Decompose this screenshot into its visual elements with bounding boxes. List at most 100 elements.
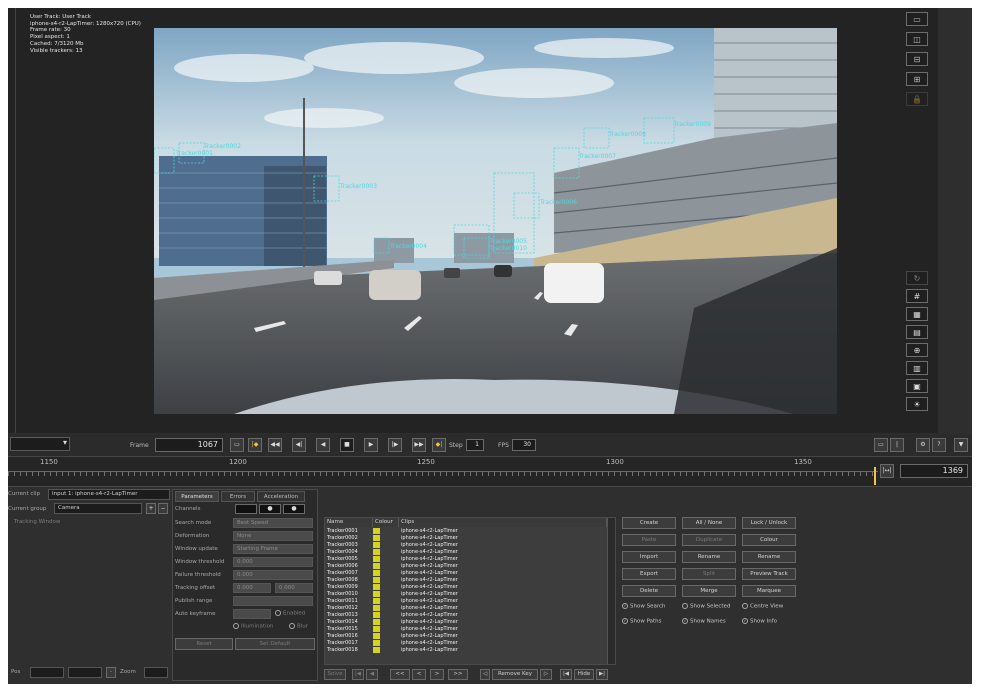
window-threshold-input[interactable]: 0.000 xyxy=(233,557,313,567)
tracker-row[interactable]: Tracker0005 iphone-s4-r2-LapTimer xyxy=(325,556,609,562)
publish-range-input[interactable] xyxy=(233,596,313,606)
frame-grid-icon[interactable]: ▣ xyxy=(906,379,928,393)
lock-icon[interactable]: 🔒 xyxy=(906,92,928,106)
show-search-checkbox[interactable]: ✓ Show Search xyxy=(622,603,665,610)
tracking-offset-x[interactable]: 0.000 xyxy=(233,583,271,593)
colour-button[interactable]: Colour xyxy=(742,534,796,546)
tracker-row[interactable]: Tracker0006 iphone-s4-r2-LapTimer xyxy=(325,563,609,569)
delete-button[interactable]: Delete xyxy=(622,585,676,597)
tracker-colour-swatch[interactable] xyxy=(373,626,380,632)
tracker-colour-swatch[interactable] xyxy=(373,633,380,639)
tracker-colour-swatch[interactable] xyxy=(373,598,380,604)
tracker-row[interactable]: Tracker0018 iphone-s4-r2-LapTimer xyxy=(325,647,609,653)
show-names-checkbox[interactable]: ✓ Show Names xyxy=(682,618,726,625)
zoom-input[interactable] xyxy=(144,667,168,678)
enabled-checkbox[interactable]: Enabled xyxy=(275,610,305,617)
tab-errors[interactable]: Errors xyxy=(221,491,255,502)
help-icon[interactable]: ? xyxy=(932,438,946,452)
stop-icon[interactable]: ■ xyxy=(340,438,354,452)
tracker-row[interactable]: Tracker0011 iphone-s4-r2-LapTimer xyxy=(325,598,609,604)
tracker-colour-swatch[interactable] xyxy=(373,640,380,646)
timeline[interactable]: 1150 1200 1250 1300 1350 |↔| 1369 xyxy=(8,456,972,486)
tracker-colour-swatch[interactable] xyxy=(373,591,380,597)
tracking-offset-y[interactable]: 0.000 xyxy=(275,583,313,593)
show-paths-checkbox[interactable]: ✓ Show Paths xyxy=(622,618,662,625)
single-view-icon[interactable]: ▭ xyxy=(906,12,928,26)
tracker-colour-swatch[interactable] xyxy=(373,542,380,548)
preview-track-button[interactable]: Preview Track xyxy=(742,568,796,580)
grid-dense-icon[interactable]: ▦ xyxy=(906,307,928,321)
play-icon[interactable]: ▶ xyxy=(364,438,378,452)
frame-icon[interactable]: ▭ xyxy=(230,438,244,452)
marquee-button[interactable]: Marquee xyxy=(742,585,796,597)
tracker-row[interactable]: Tracker0008 iphone-s4-r2-LapTimer xyxy=(325,577,609,583)
tracker-row[interactable]: Tracker0007 iphone-s4-r2-LapTimer xyxy=(325,570,609,576)
current-clip-select[interactable]: Input 1: iphone-s4-r2-LapTimer xyxy=(48,489,170,500)
pos-reset-icon[interactable]: · xyxy=(106,667,116,678)
lock-unlock-button[interactable]: Lock / Unlock xyxy=(742,517,796,529)
prev-button[interactable]: < xyxy=(412,669,426,680)
column-clips[interactable]: Clips xyxy=(399,518,607,527)
tracker-row[interactable]: Tracker0001 iphone-s4-r2-LapTimer xyxy=(325,528,609,534)
duplicate-button[interactable]: Duplicate xyxy=(682,534,736,546)
tracker-colour-swatch[interactable] xyxy=(373,563,380,569)
tracker-list[interactable]: Name Colour Clips Tracker0001 iphone-s4-r… xyxy=(324,517,616,665)
tab-parameters[interactable]: Parameters xyxy=(175,491,219,502)
show-selected-checkbox[interactable]: Show Selected xyxy=(682,603,730,610)
tracker-colour-swatch[interactable] xyxy=(373,605,380,611)
tracker-row[interactable]: Tracker0003 iphone-s4-r2-LapTimer xyxy=(325,542,609,548)
film-strip-icon[interactable]: ▥ xyxy=(906,361,928,375)
tracker-row[interactable]: Tracker0016 iphone-s4-r2-LapTimer xyxy=(325,633,609,639)
split-button[interactable]: Split xyxy=(682,568,736,580)
scrollbar[interactable] xyxy=(607,518,615,664)
failure-threshold-input[interactable]: 0.000 xyxy=(233,570,313,580)
rewind-start-icon[interactable]: ◀◀ xyxy=(268,438,282,452)
prev-key-icon[interactable]: ◀ xyxy=(366,669,378,680)
pos-x-input[interactable] xyxy=(30,667,64,678)
tracker-colour-swatch[interactable] xyxy=(373,577,380,583)
set-default-button[interactable]: Set Default xyxy=(235,638,315,650)
hide-prev-icon[interactable]: |◀ xyxy=(560,669,572,680)
reset-button[interactable]: Reset xyxy=(175,638,233,650)
fit-range-icon[interactable]: |↔| xyxy=(880,464,894,478)
hide-next-icon[interactable]: ▶| xyxy=(596,669,608,680)
tracker-row[interactable]: Tracker0002 iphone-s4-r2-LapTimer xyxy=(325,535,609,541)
settings-icon[interactable]: ⚙ xyxy=(916,438,930,452)
rename-button[interactable]: Rename xyxy=(682,551,736,563)
auto-keyframe-input[interactable] xyxy=(233,609,271,619)
tracker-colour-swatch[interactable] xyxy=(373,528,380,534)
layout-icon[interactable]: ▭ xyxy=(874,438,888,452)
tracker-row[interactable]: Tracker0017 iphone-s4-r2-LapTimer xyxy=(325,640,609,646)
sun-icon[interactable]: ☀ xyxy=(906,397,928,411)
tracker-colour-swatch[interactable] xyxy=(373,535,380,541)
playhead[interactable] xyxy=(874,467,876,485)
blur-checkbox[interactable]: Blur xyxy=(289,623,308,630)
remove-key-button[interactable]: Remove Key xyxy=(492,669,538,680)
tracker-row[interactable]: Tracker0013 iphone-s4-r2-LapTimer xyxy=(325,612,609,618)
remove-group-icon[interactable]: − xyxy=(158,503,168,514)
export-button[interactable]: Export xyxy=(622,568,676,580)
next-next-button[interactable]: >> xyxy=(448,669,468,680)
video-frame[interactable]: Tracker0001 Tracker0002 Tracker0003 Tracke… xyxy=(154,28,837,414)
frame-input[interactable]: 1067 xyxy=(155,438,223,452)
clip-viewer[interactable]: User Track: User Track iphone-s4-r2-LapT… xyxy=(8,8,938,433)
tracker-colour-swatch[interactable] xyxy=(373,556,380,562)
tracker-row[interactable]: Tracker0012 iphone-s4-r2-LapTimer xyxy=(325,605,609,611)
key-left-icon[interactable]: ◁ xyxy=(480,669,490,680)
key-next-icon[interactable]: ◆| xyxy=(432,438,446,452)
add-group-icon[interactable]: + xyxy=(146,503,156,514)
window-update-select[interactable]: Starting Frame xyxy=(233,544,313,554)
crosshair-grid-icon[interactable]: ⊕ xyxy=(906,343,928,357)
step-forward-icon[interactable]: |▶ xyxy=(388,438,402,452)
tracker-colour-swatch[interactable] xyxy=(373,570,380,576)
tracker-colour-swatch[interactable] xyxy=(373,549,380,555)
fast-forward-end-icon[interactable]: ▶▶ xyxy=(412,438,426,452)
prev-prev-button[interactable]: << xyxy=(390,669,410,680)
split-horizontal-icon[interactable]: ⊟ xyxy=(906,52,928,66)
column-name[interactable]: Name xyxy=(325,518,373,527)
key-right-icon[interactable]: ▷ xyxy=(540,669,552,680)
tracker-row[interactable]: Tracker0015 iphone-s4-r2-LapTimer xyxy=(325,626,609,632)
search-mode-select[interactable]: Best Speed xyxy=(233,518,313,528)
deformation-select[interactable]: None xyxy=(233,531,313,541)
tracker-row[interactable]: Tracker0014 iphone-s4-r2-LapTimer xyxy=(325,619,609,625)
